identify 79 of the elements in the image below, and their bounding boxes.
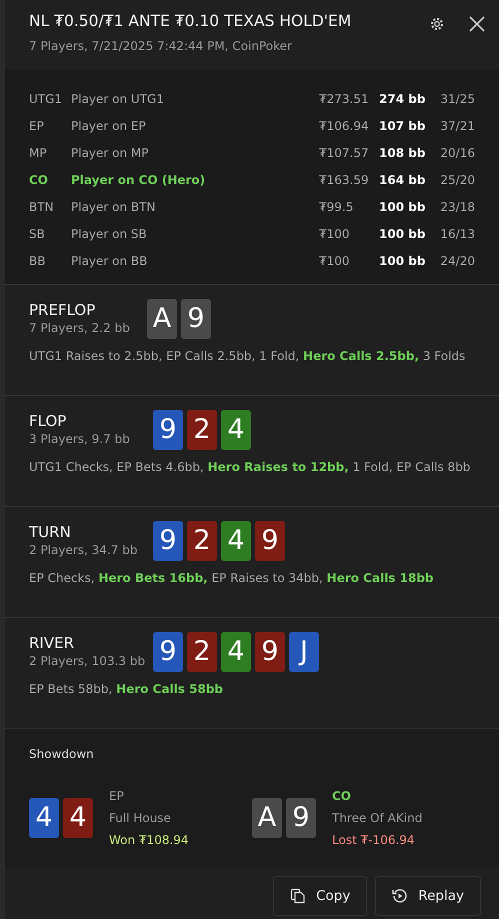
playing-card: 9 [255, 521, 285, 562]
player-position: SB [29, 226, 46, 243]
playing-card: 2 [187, 521, 217, 562]
hand-rank: Three Of AKind [332, 810, 422, 828]
hand-result: Won ₮108.94 [109, 832, 189, 850]
player-position: MP [29, 144, 48, 162]
player-position: CO [332, 788, 352, 806]
playing-card: 4 [29, 798, 59, 838]
player-name: Player on BTN [71, 198, 156, 216]
street-name: RIVER [29, 635, 76, 652]
player-name: Player on EP [71, 118, 147, 135]
player-position: BB [29, 252, 46, 270]
player-position: BTN [29, 198, 55, 216]
replay-button[interactable]: Replay [375, 876, 481, 916]
player-stack: ₮106.94 [319, 118, 370, 135]
hand-result: Lost ₮-106.94 [332, 832, 416, 850]
player-bb: 107 bb [379, 118, 426, 135]
playing-card: 9 [153, 410, 183, 450]
playing-card: 9 [255, 632, 285, 672]
copy-icon [290, 888, 306, 904]
playing-card: 9 [153, 632, 183, 672]
action-summary: EP Checks, Hero Bets 16bb, EP Raises to 34bb, Hero Calls 18bb [29, 570, 435, 588]
player-bb: 100 bb [379, 252, 426, 270]
player-stats: 16/13 [439, 226, 475, 243]
playing-card: 4 [221, 632, 251, 672]
playing-card: A [252, 798, 282, 838]
player-name: Player on BB [71, 252, 148, 270]
action-summary: UTG1 Raises to 2.5bb, EP Calls 2.5bb, 1 Fold, Hero Calls 2.5bb, 3 Folds [29, 348, 466, 366]
player-stack: ₮163.59 [319, 172, 370, 189]
street-name: FLOP [29, 413, 68, 430]
player-stats: 20/16 [439, 144, 475, 162]
player-stack: ₮100 [319, 226, 351, 243]
player-position: EP [29, 118, 45, 135]
playing-card: 2 [187, 410, 217, 450]
player-stack: ₮273.51 [319, 90, 370, 108]
playing-card: 4 [63, 798, 93, 838]
replay-icon [392, 888, 408, 904]
player-name: Player on MP [71, 144, 150, 162]
playing-card: 2 [187, 632, 217, 672]
player-stats: 23/18 [439, 198, 475, 216]
player-name: Player on SB [71, 226, 148, 243]
street-info: 7 Players, 2.2 bb [29, 320, 131, 336]
playing-card: 9 [286, 798, 316, 838]
playing-card: 4 [221, 410, 251, 450]
player-stats: 25/20 [439, 172, 475, 189]
hand-subtitle: 7 Players, 7/21/2025 7:42:44 PM, CoinPoker [29, 38, 293, 56]
player-bb: 108 bb [379, 144, 426, 162]
copy-button[interactable]: Copy [273, 876, 368, 916]
playing-card: 4 [221, 521, 251, 562]
street-name: TURN [29, 524, 72, 540]
player-stats: 37/21 [439, 118, 475, 135]
showdown-title: Showdown [29, 746, 95, 764]
player-stack: ₮100 [319, 252, 351, 270]
player-position: EP [109, 788, 125, 806]
player-position: CO [29, 172, 50, 189]
player-bb: 100 bb [379, 226, 426, 243]
hand-title: NL ₮0.50/₮1 ANTE ₮0.10 TEXAS HOLD'EM [29, 11, 352, 32]
action-summary: UTG1 Checks, EP Bets 4.6bb, Hero Raises to 12bb, 1 Fold, EP Calls 8bb [29, 459, 472, 476]
player-bb: 274 bb [379, 90, 426, 108]
street-name: PREFLOP [29, 302, 96, 318]
player-stats: 24/20 [439, 252, 475, 270]
player-stack: ₮107.57 [319, 144, 370, 162]
player-bb: 164 bb [379, 172, 426, 189]
player-name: Player on UTG1 [71, 90, 165, 108]
close-icon[interactable] [469, 14, 485, 32]
hand-rank: Full House [109, 810, 172, 828]
street-info: 2 Players, 34.7 bb [29, 542, 138, 558]
player-name: Player on CO (Hero) [71, 172, 206, 189]
action-summary: EP Bets 58bb, Hero Calls 58bb [29, 681, 224, 698]
street-info: 3 Players, 9.7 bb [29, 430, 131, 448]
player-stack: ₮99.5 [319, 198, 354, 216]
playing-card: 9 [153, 521, 183, 562]
playing-card: 9 [181, 299, 211, 340]
player-bb: 100 bb [379, 198, 426, 216]
street-info: 2 Players, 103.3 bb [29, 652, 146, 670]
player-stats: 31/25 [439, 90, 475, 108]
playing-card: J [289, 632, 319, 672]
playing-card: A [147, 299, 177, 340]
player-position: UTG1 [29, 90, 64, 108]
